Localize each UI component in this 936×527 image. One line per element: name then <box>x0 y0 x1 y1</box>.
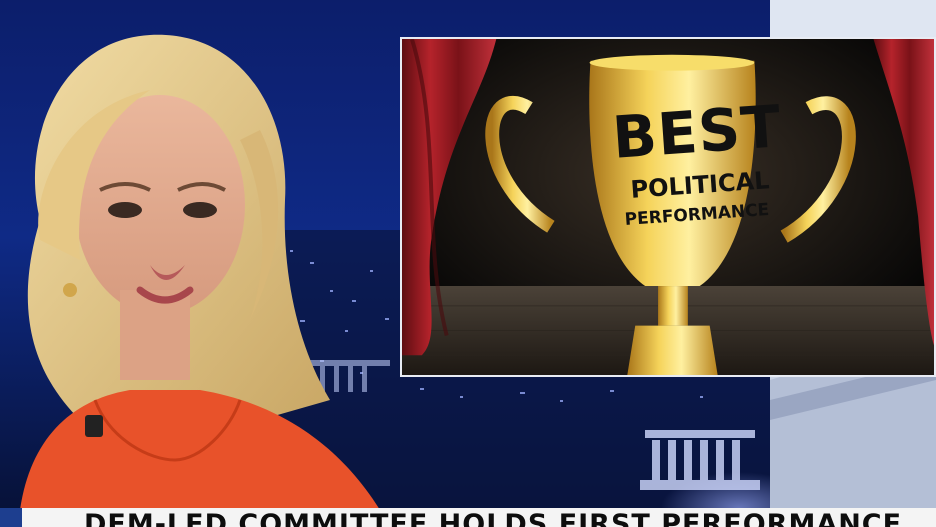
broadcast-frame: BEST POLITICAL PERFORMANCE DEM-LED COMMI… <box>0 0 936 527</box>
lower-third-banner: DEM-LED COMMITTEE HOLDS FIRST PERFORMANC… <box>0 508 936 527</box>
banner-accent <box>0 508 22 527</box>
best-political-performance-graphic: BEST POLITICAL PERFORMANCE <box>400 37 936 377</box>
headline-text: DEM-LED COMMITTEE HOLDS FIRST PERFORMANC… <box>84 509 903 527</box>
trophy-stage-illustration <box>402 39 934 375</box>
news-anchor <box>20 34 380 510</box>
